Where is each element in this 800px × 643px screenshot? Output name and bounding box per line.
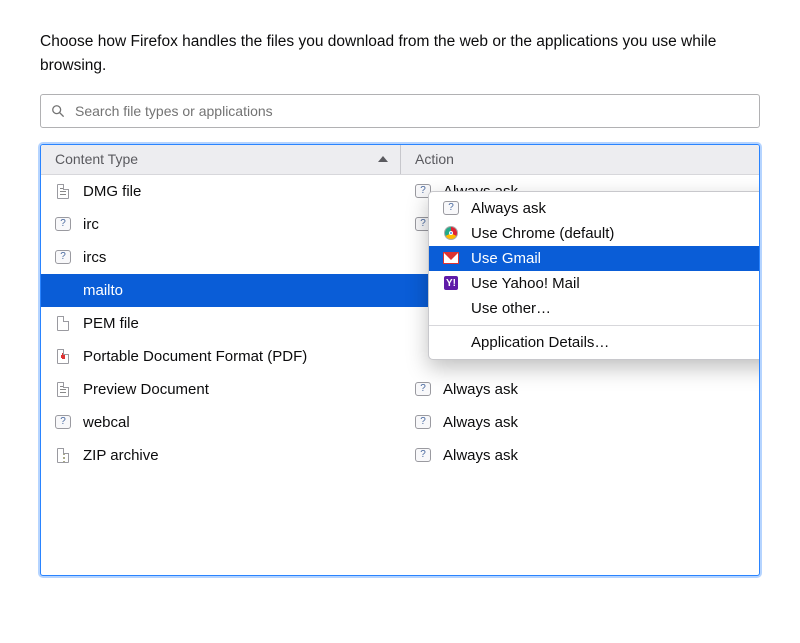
action-dropdown-menu: Always ask Use Chrome (default) Use Gmail U… xyxy=(428,191,760,360)
content-type-label: ircs xyxy=(83,249,106,266)
search-box[interactable] xyxy=(40,94,760,128)
sort-ascending-icon xyxy=(378,156,388,162)
menu-item[interactable]: Use Chrome (default) xyxy=(429,221,760,246)
content-type-cell: mailto xyxy=(41,282,401,299)
question-icon xyxy=(55,415,71,429)
menu-item-label: Use Chrome (default) xyxy=(471,225,614,242)
action-icon xyxy=(415,414,431,430)
menu-separator xyxy=(429,325,760,326)
file-type-icon xyxy=(55,216,71,232)
menu-item-label: Use other… xyxy=(471,300,551,317)
column-header-content-type[interactable]: Content Type xyxy=(41,145,401,174)
chrome-icon xyxy=(444,226,458,240)
content-type-cell: ZIP archive xyxy=(41,447,401,464)
doc-icon xyxy=(57,316,69,331)
file-type-icon xyxy=(55,348,71,364)
question-icon xyxy=(415,382,431,396)
file-type-icon xyxy=(55,249,71,265)
blank-icon xyxy=(443,334,459,350)
action-icon xyxy=(415,447,431,463)
question-icon xyxy=(415,448,431,462)
chrome-icon xyxy=(443,225,459,241)
table-row[interactable]: ZIP archive Always ask xyxy=(41,439,759,472)
content-type-cell: ircs xyxy=(41,249,401,266)
file-type-icon xyxy=(55,414,71,430)
content-type-label: PEM file xyxy=(83,315,139,332)
action-cell[interactable]: Always ask xyxy=(401,414,759,431)
search-icon xyxy=(51,104,65,118)
menu-item-label: Always ask xyxy=(471,200,546,217)
applications-table: Content Type Action DMG file Always ask ir… xyxy=(40,144,760,576)
file-type-icon xyxy=(55,447,71,463)
table-row[interactable]: Preview Document Always ask xyxy=(41,373,759,406)
content-type-label: webcal xyxy=(83,414,130,431)
menu-item-label: Application Details… xyxy=(471,334,609,351)
yahoo-icon xyxy=(443,275,459,291)
content-type-label: DMG file xyxy=(83,183,141,200)
file-type-icon xyxy=(55,315,71,331)
content-type-label: ZIP archive xyxy=(83,447,159,464)
menu-item-label: Use Gmail xyxy=(471,250,541,267)
column-header-action[interactable]: Action xyxy=(401,145,759,174)
content-type-label: Preview Document xyxy=(83,381,209,398)
content-type-cell: DMG file xyxy=(41,183,401,200)
menu-item-use-other[interactable]: Use other… xyxy=(429,296,760,321)
content-type-cell: webcal xyxy=(41,414,401,431)
doc-dark-icon xyxy=(57,382,69,397)
gmail-icon xyxy=(443,250,459,266)
doc-pdf-icon xyxy=(57,349,69,364)
content-type-cell: PEM file xyxy=(41,315,401,332)
menu-item[interactable]: Use Yahoo! Mail xyxy=(429,271,760,296)
menu-item-app-details[interactable]: Application Details… xyxy=(429,330,760,355)
file-type-icon xyxy=(55,282,71,298)
gmail-icon xyxy=(443,252,459,264)
question-icon xyxy=(415,415,431,429)
question-icon xyxy=(55,217,71,231)
applications-description: Choose how Firefox handles the files you… xyxy=(40,30,760,78)
search-input[interactable] xyxy=(73,102,749,120)
content-type-label: Portable Document Format (PDF) xyxy=(83,348,307,365)
content-type-label: irc xyxy=(83,216,99,233)
content-type-cell: Portable Document Format (PDF) xyxy=(41,348,401,365)
file-type-icon xyxy=(55,183,71,199)
yahoo-icon xyxy=(444,276,458,290)
table-row[interactable]: webcal Always ask xyxy=(41,406,759,439)
file-type-icon xyxy=(55,381,71,397)
action-label: Always ask xyxy=(443,414,518,431)
action-label: Always ask xyxy=(443,447,518,464)
content-type-cell: Preview Document xyxy=(41,381,401,398)
action-cell[interactable]: Always ask xyxy=(401,447,759,464)
column-label: Action xyxy=(415,151,454,167)
action-label: Always ask xyxy=(443,381,518,398)
menu-item-label: Use Yahoo! Mail xyxy=(471,275,580,292)
column-label: Content Type xyxy=(55,151,138,167)
doc-dark-icon xyxy=(57,184,69,199)
blank-icon xyxy=(443,300,459,316)
question-icon xyxy=(55,250,71,264)
question-icon xyxy=(443,201,459,215)
action-icon xyxy=(415,381,431,397)
content-type-label: mailto xyxy=(83,282,123,299)
content-type-cell: irc xyxy=(41,216,401,233)
menu-item[interactable]: Always ask xyxy=(429,196,760,221)
action-cell[interactable]: Always ask xyxy=(401,381,759,398)
question-icon xyxy=(443,200,459,216)
menu-item[interactable]: Use Gmail xyxy=(429,246,760,271)
doc-zip-icon xyxy=(57,448,69,463)
table-header: Content Type Action xyxy=(41,145,759,175)
